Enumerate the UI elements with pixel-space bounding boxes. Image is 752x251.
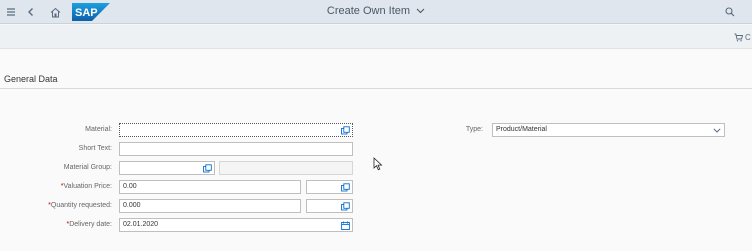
quantity-requested-label: *Quantity requested: [2,202,112,209]
value-help-icon[interactable] [340,201,350,211]
type-select[interactable]: Product/Material [492,123,725,137]
section-title: General Data [4,74,58,84]
form-content: General Data Material: Short Text: Mater… [0,50,752,251]
app-title[interactable]: Create Own Item [327,5,410,17]
back-icon[interactable] [22,3,40,21]
delivery-date-label: *Delivery date: [2,221,112,228]
cart-icon [734,33,743,41]
chevron-down-icon[interactable] [416,8,425,14]
currency-input[interactable] [306,180,353,194]
cart-label: C [745,32,751,42]
delivery-date-label-text: Delivery date: [69,221,112,228]
cart-button[interactable]: C [734,30,752,44]
material-group-label: Material Group: [63,164,112,171]
type-label: Type: [465,126,483,133]
quantity-requested-label-text: Quantity requested: [50,202,112,209]
valuation-price-label: *Valuation Price: [2,183,112,190]
short-text-input[interactable] [119,142,353,156]
menu-icon[interactable] [2,3,20,21]
home-icon[interactable] [46,3,64,21]
delivery-date-input[interactable]: 02.01.2020 [119,218,353,232]
value-help-icon[interactable] [202,163,212,173]
value-help-icon[interactable] [340,182,350,192]
valuation-price-label-text: Valuation Price: [63,183,112,190]
valuation-price-input[interactable]: 0.00 [119,180,301,194]
material-label: Material: [85,126,112,133]
mouse-cursor-icon [373,157,383,171]
section-divider [0,88,752,89]
value-help-icon[interactable] [340,125,350,135]
delivery-date-value: 02.01.2020 [123,221,159,228]
sap-logo[interactable]: SAP [72,3,110,21]
type-value: Product/Material [496,126,547,133]
chevron-down-icon[interactable] [712,125,722,135]
material-input[interactable] [119,123,353,137]
short-text-label: Short Text: [78,145,112,152]
calendar-icon[interactable] [340,220,350,230]
quantity-requested-value: 0.000 [123,202,141,209]
valuation-price-value: 0.00 [123,183,137,190]
material-group-input[interactable] [119,161,215,175]
sap-logo-text: SAP [75,7,98,19]
shell-bar: SAP Create Own Item [0,0,752,24]
material-group-description [219,161,353,175]
unit-input[interactable] [306,199,353,213]
quantity-requested-input[interactable]: 0.000 [119,199,301,213]
search-icon[interactable] [721,3,739,21]
sub-toolbar: C [0,25,752,49]
